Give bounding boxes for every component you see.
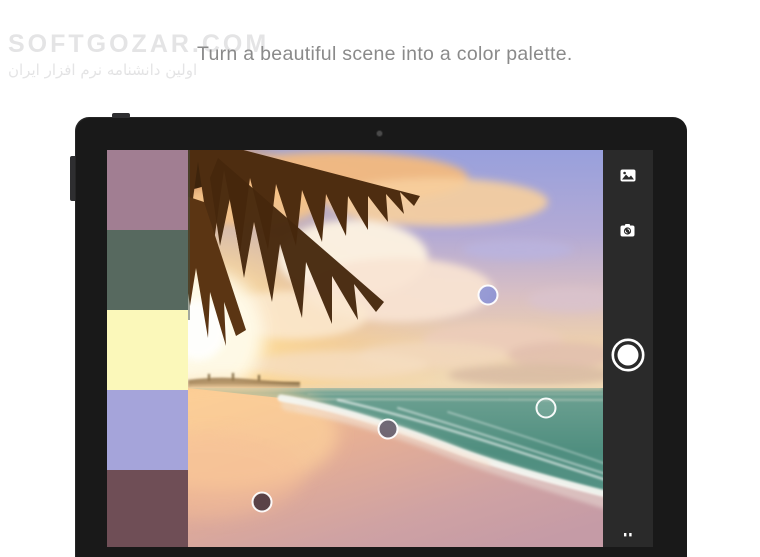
tablet-device	[70, 113, 687, 557]
color-palette-column	[107, 150, 188, 547]
shutter-icon	[611, 338, 645, 372]
color-picker-handle[interactable]	[535, 397, 557, 419]
photo-left-edge	[188, 150, 190, 320]
more-options-icon	[624, 533, 632, 537]
tablet-screen	[107, 150, 653, 547]
power-button	[112, 113, 130, 118]
page: { "watermark": { "title": "SOFTGOZAR.COM…	[0, 0, 760, 557]
color-picker-handle[interactable]	[477, 284, 499, 306]
flip-camera-icon	[620, 224, 635, 237]
flip-camera-button[interactable]	[620, 224, 635, 237]
beach-sunset-photo	[188, 150, 603, 547]
gallery-icon	[620, 169, 636, 182]
color-picker-handle[interactable]	[251, 491, 273, 513]
camera-viewfinder	[188, 150, 603, 547]
palette-swatch[interactable]	[107, 230, 188, 310]
palette-swatch[interactable]	[107, 390, 188, 470]
palette-swatch[interactable]	[107, 470, 188, 547]
page-caption: Turn a beautiful scene into a color pale…	[197, 43, 573, 65]
shutter-button[interactable]	[611, 338, 645, 372]
gallery-button[interactable]	[620, 169, 636, 182]
palette-swatch[interactable]	[107, 150, 188, 230]
camera-control-rail	[603, 150, 653, 547]
palette-swatch[interactable]	[107, 310, 188, 390]
front-camera-dot	[377, 131, 382, 136]
volume-button	[70, 156, 75, 201]
color-picker-handle[interactable]	[377, 418, 399, 440]
